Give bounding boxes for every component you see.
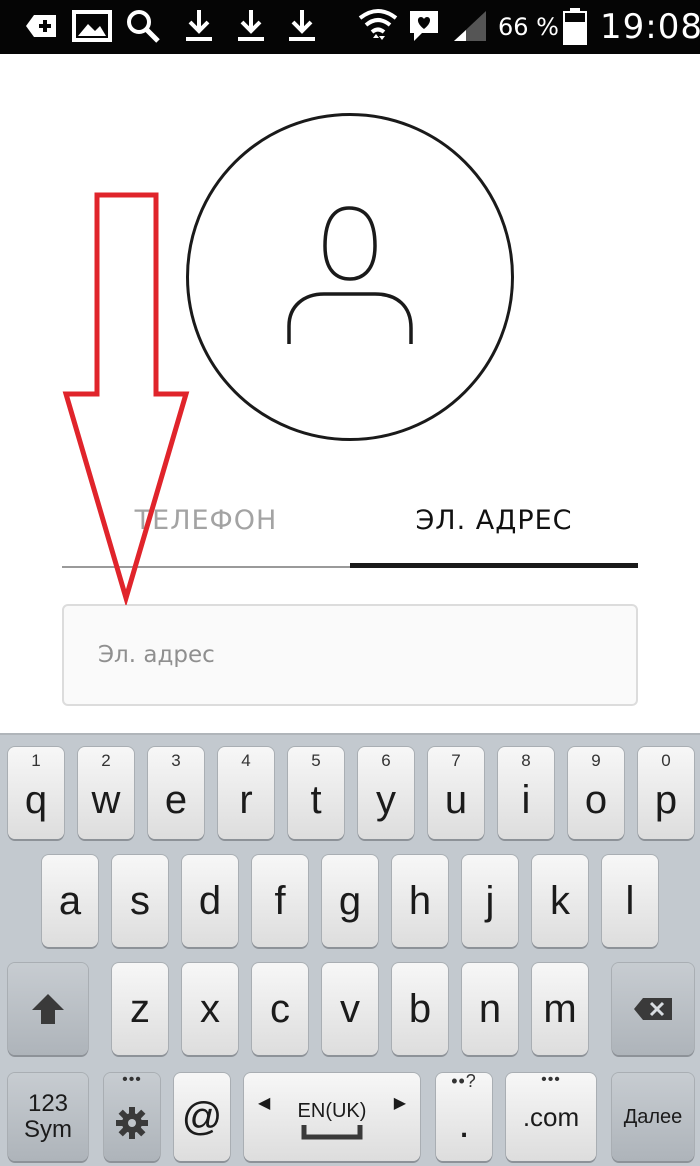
status-bar: 66 % 19:08 — [0, 0, 700, 54]
lang-next-icon: ▶ — [393, 1095, 406, 1112]
key-p[interactable]: 0p — [638, 747, 694, 839]
tab-phone-indicator — [62, 566, 350, 568]
signup-tabs: ТЕЛЕФОН ЭЛ. АДРЕС — [62, 470, 638, 570]
avatar[interactable] — [186, 113, 514, 441]
key-r[interactable]: 4r — [218, 747, 274, 839]
signal-icon — [452, 8, 490, 44]
key-o[interactable]: 9o — [568, 747, 624, 839]
key-x[interactable]: x — [182, 963, 238, 1055]
battery-percent: 66 % — [498, 13, 559, 41]
shift-icon — [32, 994, 64, 1024]
key-q[interactable]: 1q — [8, 747, 64, 839]
key-z[interactable]: z — [112, 963, 168, 1055]
key-l[interactable]: l — [602, 855, 658, 947]
backspace-key[interactable] — [612, 963, 694, 1055]
key-f[interactable]: f — [252, 855, 308, 947]
key-n[interactable]: n — [462, 963, 518, 1055]
battery-icon — [562, 8, 588, 45]
key-a[interactable]: a — [42, 855, 98, 947]
key-u[interactable]: 7u — [428, 747, 484, 839]
tab-phone[interactable]: ТЕЛЕФОН — [62, 470, 350, 570]
download-icon — [234, 8, 268, 44]
key-h[interactable]: h — [392, 855, 448, 947]
key-s[interactable]: s — [112, 855, 168, 947]
keyboard: 1q 2w 3e 4r 5t 6y 7u 8i 9o 0p a s d f g … — [0, 733, 700, 1166]
lang-prev-icon: ◀ — [258, 1095, 271, 1112]
spacebar-icon — [301, 1124, 363, 1139]
clock: 19:08 — [600, 7, 700, 47]
key-c[interactable]: c — [252, 963, 308, 1055]
dotcom-key[interactable]: ••• .com — [506, 1071, 596, 1161]
spacebar-key[interactable]: ◀ EN(UK) ▶ — [244, 1073, 420, 1161]
download-icon — [285, 8, 319, 44]
tab-email-active-indicator — [350, 563, 638, 568]
email-input[interactable] — [62, 604, 638, 706]
key-v[interactable]: v — [322, 963, 378, 1055]
at-key[interactable]: @ — [174, 1073, 230, 1161]
wifi-icon — [358, 8, 398, 44]
key-t[interactable]: 5t — [288, 747, 344, 839]
key-k[interactable]: k — [532, 855, 588, 947]
key-d[interactable]: d — [182, 855, 238, 947]
download-icon — [182, 8, 216, 44]
settings-key[interactable]: ••• — [104, 1071, 160, 1161]
key-j[interactable]: j — [462, 855, 518, 947]
key-i[interactable]: 8i — [498, 747, 554, 839]
add-icon — [22, 8, 60, 44]
key-y[interactable]: 6y — [358, 747, 414, 839]
search-icon — [124, 8, 164, 44]
tab-email[interactable]: ЭЛ. АДРЕС — [350, 470, 638, 570]
heart-message-icon — [406, 8, 442, 44]
shift-key[interactable] — [8, 963, 88, 1055]
key-e[interactable]: 3e — [148, 747, 204, 839]
avatar-placeholder-icon — [287, 206, 413, 344]
sym-key[interactable]: 123 Sym — [8, 1073, 88, 1161]
next-key[interactable]: Далее — [612, 1073, 694, 1161]
key-g[interactable]: g — [322, 855, 378, 947]
period-key[interactable]: ••? . — [436, 1071, 492, 1161]
image-icon — [72, 8, 112, 44]
key-b[interactable]: b — [392, 963, 448, 1055]
settings-icon — [116, 1107, 148, 1139]
key-w[interactable]: 2w — [78, 747, 134, 839]
key-m[interactable]: m — [532, 963, 588, 1055]
backspace-icon — [634, 998, 672, 1020]
